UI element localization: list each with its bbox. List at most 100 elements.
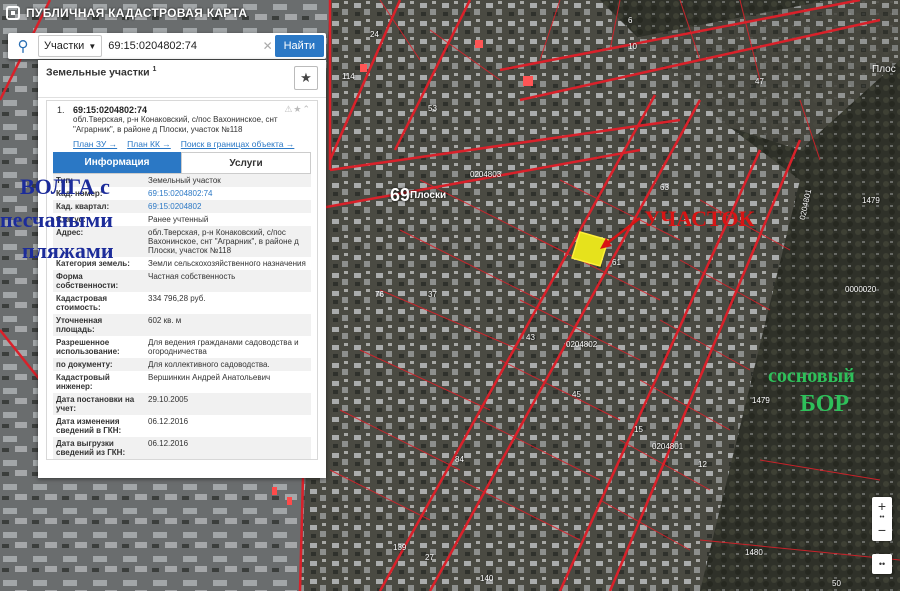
parcel-number: 1479 xyxy=(752,396,770,405)
parcel-number: 47 xyxy=(755,77,764,86)
row-value: 29.10.2005 xyxy=(145,393,311,415)
zoom-control: + •• − xyxy=(872,497,892,541)
result-address: обл.Тверская, р-н Конаковский, с/пос Вах… xyxy=(73,115,278,134)
results-panel: Земельные участки 1 ★ 1. ⚠★⌃ 69:15:02048… xyxy=(38,60,326,478)
table-row: Разрешенное использование: Для ведения гр… xyxy=(53,336,311,358)
table-row: Форма собственности: Частная собственност… xyxy=(53,270,311,292)
clear-icon[interactable]: ✕ xyxy=(261,39,275,53)
app-header: ПУБЛИЧНАЯ КАДАСТРОВАЯ КАРТА xyxy=(0,0,266,26)
parcel-number: 1480 xyxy=(745,548,763,557)
search-type-select[interactable]: Участки ▼ xyxy=(38,35,103,57)
parcel-number: 1479 xyxy=(862,196,880,205)
parcel-number: 140 xyxy=(480,574,494,583)
overlay-bor-line1: сосновый xyxy=(768,365,855,387)
place-name: Плоски xyxy=(410,190,447,201)
warning-star-chevron-icons[interactable]: ⚠★⌃ xyxy=(284,104,311,115)
row-key: Кадастровый инженер: xyxy=(56,373,110,391)
result-cad-number: 69:15:0204802:74 xyxy=(73,105,148,115)
tab-info[interactable]: Информация xyxy=(53,152,181,173)
row-key: Дата постановки на учет: xyxy=(53,393,145,415)
overlay-volga-line3: пляжами xyxy=(22,238,114,263)
quarter-label: 0204803 xyxy=(470,170,502,179)
row-value: Вершинкин Андрей Анатольевич xyxy=(148,373,271,382)
overlay-volga-line2: песчаными xyxy=(0,207,113,232)
row-key: Дата выгрузки сведений из ГКН: xyxy=(53,437,145,459)
row-key: Уточненная площадь: xyxy=(53,314,145,336)
zoom-out-button[interactable]: − xyxy=(872,521,892,539)
search-bounds-link[interactable]: Поиск в границах объекта → xyxy=(181,139,295,149)
logo-icon xyxy=(6,6,20,20)
row-value: обл.Тверская, р-н Конаковский, с/пос Вах… xyxy=(145,226,311,257)
table-row: по документу: Для коллективного садоводст… xyxy=(53,358,311,371)
parcel-number: 37 xyxy=(428,290,437,299)
layers-button[interactable]: •• xyxy=(872,554,892,574)
table-row: Кадастровый инженер: Вершинкин Андрей Ана… xyxy=(53,371,311,393)
plan-zu-link[interactable]: План ЗУ → xyxy=(73,139,117,149)
favorites-star-icon[interactable]: ★ xyxy=(294,66,318,90)
quarter-label: 0204802 xyxy=(566,340,598,349)
info-tabs: Информация Услуги xyxy=(53,152,311,174)
row-value-link[interactable]: 69:15:0204802:74 xyxy=(145,187,311,200)
parcel-number: 45 xyxy=(572,390,581,399)
row-value: Частная собственность xyxy=(145,270,311,292)
parcel-number: 43 xyxy=(526,333,535,342)
parcel-number: 10 xyxy=(628,42,637,51)
parcel-number: 53 xyxy=(428,104,437,113)
parcel-number: 63 xyxy=(660,183,669,192)
search-input[interactable] xyxy=(102,36,261,56)
parcel-number: 61 xyxy=(612,258,621,267)
quarter-label: 0204801 xyxy=(652,442,684,451)
row-value: 602 кв. м xyxy=(145,314,311,336)
parcel-number: 50 xyxy=(832,579,841,588)
parcel-number: 6 xyxy=(628,16,633,25)
zoom-in-button[interactable]: + xyxy=(872,497,892,515)
row-key: Разрешенное использование: xyxy=(56,338,120,356)
table-row: Дата изменения сведений в ГКН: 06.12.2016 xyxy=(53,415,311,437)
result-links: План ЗУ → План КК → Поиск в границах объ… xyxy=(73,135,311,152)
result-number: 1. xyxy=(57,105,65,115)
find-button[interactable]: Найти xyxy=(274,35,324,57)
chevron-down-icon: ▼ xyxy=(88,41,97,51)
overlay-bor-line2: БОР xyxy=(800,391,850,417)
parcel-number: 139 xyxy=(393,543,407,552)
row-value: Земельный участок xyxy=(145,174,311,187)
app-title: ПУБЛИЧНАЯ КАДАСТРОВАЯ КАРТА xyxy=(26,6,248,20)
parcel-number: 84 xyxy=(455,455,464,464)
parcel-number: 12 xyxy=(698,460,707,469)
row-value: 334 796,28 руб. xyxy=(148,294,206,303)
results-count: 1 xyxy=(152,66,157,73)
place-name-right: Плос xyxy=(872,64,896,75)
row-value: 06.12.2016 xyxy=(145,437,311,459)
overlay-uchastok: УЧАСТОК xyxy=(644,206,755,231)
row-value: 06.12.2016 xyxy=(148,417,189,426)
row-key: Кадастровая стоимость: xyxy=(56,294,108,312)
parcel-number: 76 xyxy=(375,290,384,299)
row-value: Для ведения гражданами садоводства и ого… xyxy=(148,338,299,356)
result-item[interactable]: 1. ⚠★⌃ 69:15:0204802:74 обл.Тверская, р-… xyxy=(46,100,318,460)
search-type-label: Участки xyxy=(44,40,85,52)
code-label: 0000020 xyxy=(845,285,877,294)
parcel-number: 24 xyxy=(370,30,379,39)
table-row: Дата постановки на учет: 29.10.2005 xyxy=(53,393,311,415)
parcel-number: 15 xyxy=(634,425,643,434)
row-value: Для коллективного садоводства. xyxy=(145,358,311,371)
row-key: Дата изменения сведений в ГКН: xyxy=(56,417,122,435)
row-value: Земли сельскохозяйственного назначения xyxy=(148,259,306,268)
results-heading-text: Земельные участки xyxy=(46,66,150,79)
tab-services[interactable]: Услуги xyxy=(181,152,311,173)
parcel-number: 114 xyxy=(342,72,355,81)
overlay-volga-line1: ВОЛГА с xyxy=(20,174,110,199)
table-row: Уточненная площадь: 602 кв. м xyxy=(53,314,311,336)
parcel-number: 27 xyxy=(425,553,434,562)
row-value: Ранее учтенный xyxy=(148,215,209,224)
row-key: Форма собственности: xyxy=(53,270,145,292)
plan-kk-link[interactable]: План КК → xyxy=(127,139,171,149)
search-bar: ⚲ Участки ▼ ✕ Найти xyxy=(8,33,326,59)
place-number: 69 xyxy=(390,185,411,205)
results-heading: Земельные участки 1 xyxy=(46,66,294,79)
row-key: по документу: xyxy=(53,358,145,371)
row-value-link[interactable]: 69:15:0204802 xyxy=(145,200,311,213)
table-row: Дата выгрузки сведений из ГКН: 06.12.2016 xyxy=(53,437,311,459)
search-icon: ⚲ xyxy=(17,38,29,55)
table-row: Кадастровая стоимость: 334 796,28 руб. xyxy=(53,292,311,314)
